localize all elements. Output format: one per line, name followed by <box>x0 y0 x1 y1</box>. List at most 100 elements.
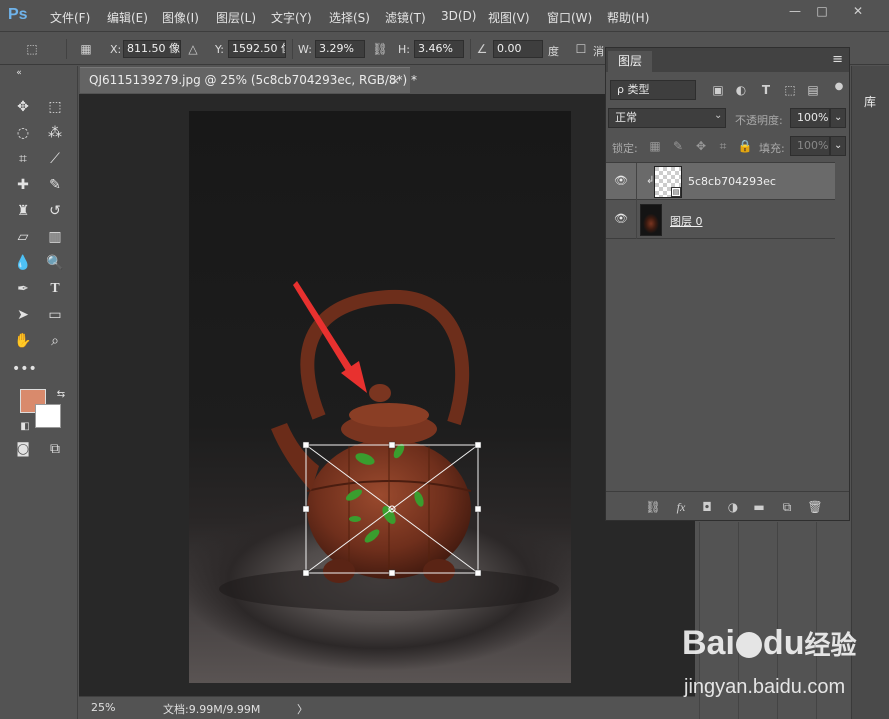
menu-file[interactable]: 文件(F) <box>50 9 90 26</box>
status-bar: 25% 文档:9.99M/9.99M 〉 <box>79 696 695 719</box>
eye-icon[interactable]: 👁 <box>614 212 628 226</box>
crop-tool-icon[interactable]: ⌗ <box>12 148 34 170</box>
magic-wand-tool-icon[interactable]: ⁂ <box>44 122 66 144</box>
history-brush-tool-icon[interactable]: ↺ <box>44 200 66 222</box>
opacity-dropdown-icon[interactable]: ⌄ <box>830 108 846 128</box>
close-window-button[interactable]: ✕ <box>845 2 871 20</box>
opacity-input[interactable]: 100% <box>790 108 830 128</box>
lock-transparent-icon[interactable]: ▦ <box>646 137 664 155</box>
menu-edit[interactable]: 编辑(E) <box>107 9 148 26</box>
healing-brush-tool-icon[interactable]: ✚ <box>12 174 34 196</box>
delta-icon[interactable]: △ <box>185 41 201 57</box>
option-extra-label: 消 <box>593 45 604 58</box>
transform-tool-icon[interactable]: ⬚ <box>24 41 40 57</box>
panel-menu-icon[interactable]: ≡ <box>832 52 843 67</box>
link-icon[interactable]: ⛓ <box>372 41 388 57</box>
menu-help[interactable]: 帮助(H) <box>607 9 649 26</box>
status-menu-icon[interactable]: 〉 <box>297 701 308 717</box>
photoshop-logo: Ps <box>8 6 28 23</box>
menu-window[interactable]: 窗口(W) <box>547 9 592 26</box>
move-tool-icon[interactable]: ✥ <box>12 96 34 118</box>
more-tools-icon[interactable]: ••• <box>12 358 37 380</box>
menu-filter[interactable]: 滤镜(T) <box>385 9 426 26</box>
eye-icon[interactable]: 👁 <box>614 174 628 188</box>
gradient-tool-icon[interactable]: ▥ <box>44 226 66 248</box>
lock-position-icon[interactable]: ✥ <box>692 137 710 155</box>
canvas-area[interactable] <box>79 94 695 696</box>
smart-object-icon: ▤ <box>671 187 681 197</box>
screen-mode-icon[interactable]: ⧉ <box>44 438 66 460</box>
maximize-button[interactable]: □ <box>809 2 835 20</box>
clone-stamp-tool-icon[interactable]: ♜ <box>12 200 34 222</box>
document-image[interactable] <box>189 111 571 683</box>
layer-name[interactable]: 图层 0 <box>670 213 703 229</box>
new-group-icon[interactable]: ▬ <box>750 498 768 516</box>
fill-dropdown-icon[interactable]: ⌄ <box>830 136 846 156</box>
lasso-tool-icon[interactable]: ◌ <box>12 122 34 144</box>
libraries-tab[interactable]: 库 <box>851 88 889 116</box>
delete-layer-icon[interactable]: 🗑 <box>806 498 824 516</box>
menu-type[interactable]: 文字(Y) <box>271 9 312 26</box>
menu-select[interactable]: 选择(S) <box>329 9 370 26</box>
width-input[interactable]: 3.29% <box>315 40 365 58</box>
dodge-tool-icon[interactable]: 🔍 <box>44 252 66 274</box>
blend-mode-select[interactable]: 正常 <box>608 108 726 128</box>
zoom-level[interactable]: 25% <box>91 701 115 714</box>
layers-tab[interactable]: 图层 <box>608 51 652 73</box>
eyedropper-tool-icon[interactable]: ⟋ <box>44 148 66 170</box>
link-layers-icon[interactable]: ⛓ <box>644 498 662 516</box>
layer-style-icon[interactable]: fx <box>672 498 690 516</box>
eraser-tool-icon[interactable]: ▱ <box>12 226 34 248</box>
layer-name[interactable]: 5c8cb704293ec <box>688 175 776 188</box>
minimize-button[interactable]: — <box>782 2 808 20</box>
brush-tool-icon[interactable]: ✎ <box>44 174 66 196</box>
rectangle-tool-icon[interactable]: ▭ <box>44 304 66 326</box>
x-position-input[interactable]: 811.50 像 <box>123 40 181 58</box>
width-label: W: <box>298 43 312 56</box>
add-mask-icon[interactable]: ◘ <box>698 498 716 516</box>
new-layer-icon[interactable]: ⧉ <box>778 498 796 516</box>
checkbox-icon[interactable]: ☐ <box>573 41 589 57</box>
document-tab[interactable]: QJ6115139279.jpg @ 25% (5c8cb704293ec, R… <box>80 67 417 93</box>
type-tool-icon[interactable]: T <box>44 278 66 300</box>
right-dock <box>851 66 889 719</box>
blur-tool-icon[interactable]: 💧 <box>12 252 34 274</box>
document-size: 文档:9.99M/9.99M <box>163 703 261 716</box>
lock-all-icon[interactable]: 🔒 <box>736 137 754 155</box>
y-position-input[interactable]: 1592.50 像 <box>228 40 286 58</box>
reference-point-icon[interactable]: ▦ <box>78 41 94 57</box>
marquee-tool-icon[interactable]: ⬚ <box>44 96 66 118</box>
close-document-icon[interactable]: × <box>391 68 400 93</box>
pen-tool-icon[interactable]: ✒ <box>12 278 34 300</box>
layers-footer: ⛓ fx ◘ ◑ ▬ ⧉ 🗑 <box>606 491 849 521</box>
menu-view[interactable]: 视图(V) <box>488 9 530 26</box>
angle-unit: 度 <box>548 45 559 58</box>
filter-shape-icon[interactable]: ⬚ <box>781 81 799 99</box>
menu-layer[interactable]: 图层(L) <box>216 9 256 26</box>
menu-3d[interactable]: 3D(D) <box>441 9 476 23</box>
menu-image[interactable]: 图像(I) <box>162 9 199 26</box>
hand-tool-icon[interactable]: ✋ <box>12 330 34 352</box>
background-color-swatch[interactable] <box>35 404 61 428</box>
swap-colors-icon[interactable]: ⇆ <box>50 384 72 406</box>
filter-kind-select[interactable]: ρ 类型 <box>610 80 696 100</box>
angle-input[interactable]: 0.00 <box>493 40 543 58</box>
layer-row[interactable]: 👁 ↲ ▤ 5c8cb704293ec <box>606 162 835 201</box>
filter-type-icon[interactable]: T <box>757 81 775 99</box>
document-title: QJ6115139279.jpg @ 25% (5c8cb704293ec, R… <box>89 73 418 87</box>
fill-input[interactable]: 100% <box>790 136 830 156</box>
adjustment-layer-icon[interactable]: ◑ <box>724 498 742 516</box>
filter-toggle-icon[interactable]: ● <box>830 78 848 96</box>
lock-artboard-icon[interactable]: ⌗ <box>714 137 732 155</box>
zoom-tool-icon[interactable]: ⌕ <box>44 330 66 352</box>
default-colors-icon[interactable]: ◧ <box>14 416 36 438</box>
filter-pixel-icon[interactable]: ▣ <box>709 81 727 99</box>
quick-mask-icon[interactable]: ◙ <box>12 438 34 460</box>
path-selection-tool-icon[interactable]: ➤ <box>12 304 34 326</box>
filter-smart-object-icon[interactable]: ▤ <box>804 81 822 99</box>
lock-image-icon[interactable]: ✎ <box>669 137 687 155</box>
height-input[interactable]: 3.46% <box>414 40 464 58</box>
layer-row[interactable]: 👁 图层 0 <box>606 201 835 239</box>
collapse-icon[interactable]: « <box>8 66 30 80</box>
filter-adjustment-icon[interactable]: ◐ <box>732 81 750 99</box>
